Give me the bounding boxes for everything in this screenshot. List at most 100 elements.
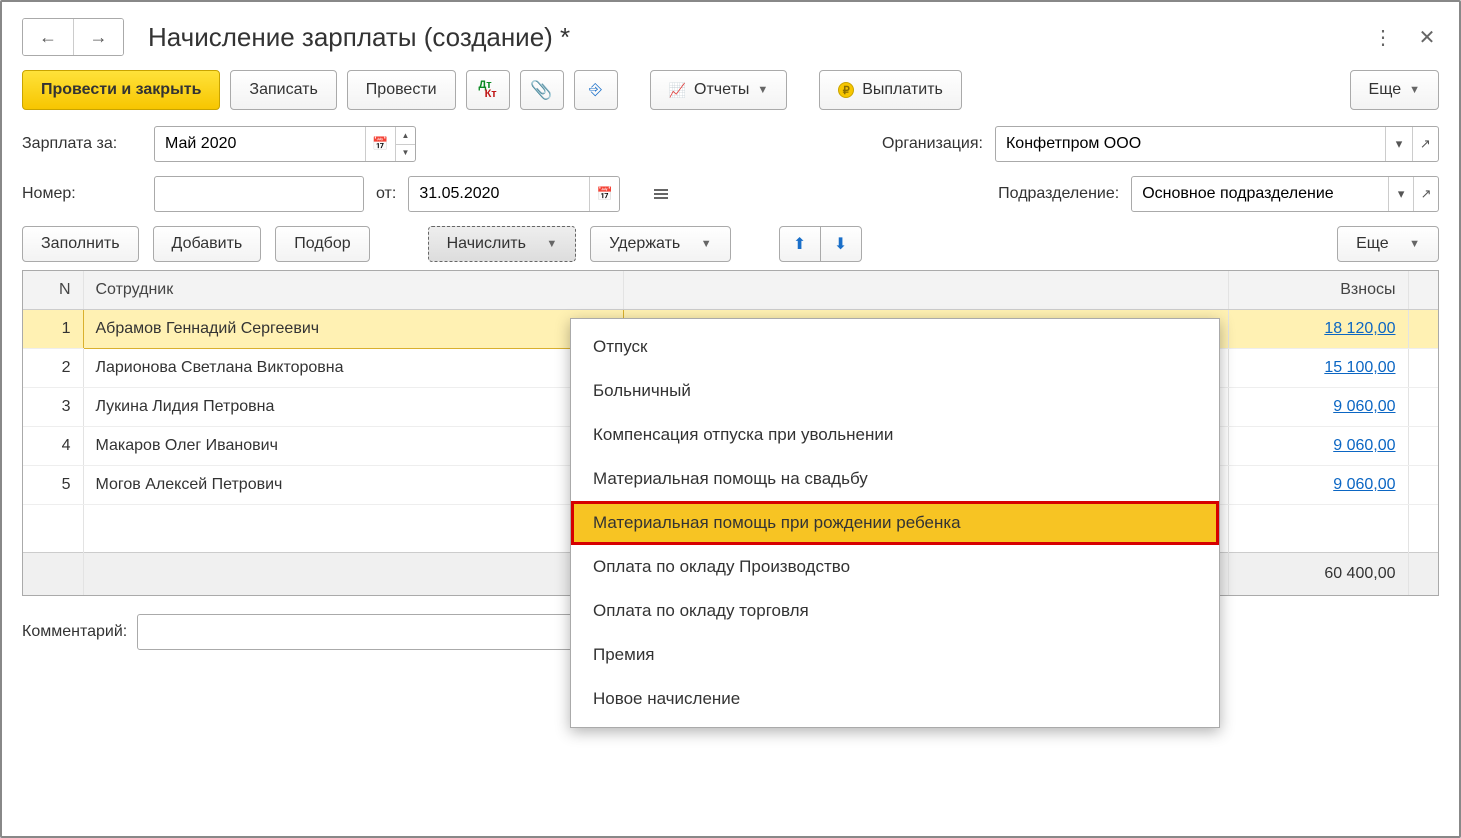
withhold-label: Удержать	[609, 235, 680, 253]
dropdown-item[interactable]: Отпуск	[571, 325, 1219, 369]
cell-employee: Макаров Олег Иванович	[83, 427, 623, 466]
main-toolbar: Провести и закрыть Записать Провести Дт …	[22, 70, 1439, 110]
dropdown-item[interactable]: Материальная помощь при рождении ребенка	[571, 501, 1219, 545]
list-icon[interactable]	[654, 189, 668, 199]
col-mid-header[interactable]	[623, 271, 1228, 310]
caret-down-icon: ▼	[757, 84, 768, 96]
dropdown-item[interactable]: Больничный	[571, 369, 1219, 413]
col-n-header[interactable]: N	[23, 271, 83, 310]
nav-buttons: ← →	[22, 18, 124, 56]
fill-button[interactable]: Заполнить	[22, 226, 139, 262]
spinner-down[interactable]: ▼	[396, 144, 415, 162]
cell-employee: Могов Алексей Петрович	[83, 466, 623, 505]
move-row-buttons: ⬆ ⬇	[779, 226, 862, 262]
back-button[interactable]: ←	[23, 19, 73, 55]
org-select: ▾ ↗	[995, 126, 1439, 162]
move-down-button[interactable]: ⬇	[820, 226, 862, 262]
cell-n: 1	[23, 310, 83, 349]
number-input-group	[154, 176, 364, 212]
org-input[interactable]	[996, 127, 1385, 161]
comment-label: Комментарий:	[22, 623, 127, 641]
spinner-up[interactable]: ▲	[396, 127, 415, 144]
dropdown-item[interactable]: Премия	[571, 633, 1219, 677]
cell-n: 4	[23, 427, 83, 466]
cell-employee: Ларионова Светлана Викторовна	[83, 349, 623, 388]
cell-vznosy[interactable]: 9 060,00	[1228, 466, 1408, 505]
dropdown-item[interactable]: Новое начисление	[571, 677, 1219, 721]
forward-button[interactable]: →	[73, 19, 123, 55]
window-title: Начисление зарплаты (создание) *	[148, 22, 1371, 53]
close-icon[interactable]: ✕	[1415, 25, 1439, 49]
cell-vznosy[interactable]: 15 100,00	[1228, 349, 1408, 388]
dropdown-icon[interactable]: ▾	[1388, 177, 1413, 211]
open-icon[interactable]: ↗	[1412, 127, 1438, 161]
attach-button[interactable]: 📎	[520, 70, 564, 110]
more-button[interactable]: Еще ▼	[1350, 70, 1439, 110]
add-button[interactable]: Добавить	[153, 226, 262, 262]
post-button[interactable]: Провести	[347, 70, 456, 110]
form-row-2: Номер: от: 📅 Подразделение: ▾ ↗	[22, 176, 1439, 212]
table-toolbar: Заполнить Добавить Подбор Начислить ▼ Уд…	[22, 226, 1439, 262]
org-label: Организация:	[882, 135, 983, 153]
cell-vznosy[interactable]: 9 060,00	[1228, 388, 1408, 427]
dropdown-item[interactable]: Оплата по окладу Производство	[571, 545, 1219, 589]
move-up-button[interactable]: ⬆	[779, 226, 821, 262]
dept-input[interactable]	[1132, 177, 1388, 211]
col-employee-header[interactable]: Сотрудник	[83, 271, 623, 310]
tree-icon: ⎆	[589, 81, 602, 99]
reports-label: Отчеты	[694, 81, 749, 99]
kebab-menu-icon[interactable]: ⋮	[1371, 25, 1395, 49]
dropdown-item[interactable]: Материальная помощь на свадьбу	[571, 457, 1219, 501]
arrow-down-icon: ⬇	[834, 234, 847, 254]
pick-button[interactable]: Подбор	[275, 226, 369, 262]
number-input[interactable]	[155, 177, 363, 211]
arrow-up-icon: ⬆	[793, 234, 806, 254]
more-label: Еще	[1369, 81, 1402, 99]
date-input[interactable]	[409, 177, 589, 211]
cell-employee: Абрамов Геннадий Сергеевич	[83, 310, 623, 349]
number-label: Номер:	[22, 185, 142, 203]
calendar-icon[interactable]: 📅	[589, 177, 619, 211]
chart-icon: 📈	[669, 82, 686, 99]
calendar-icon[interactable]: 📅	[365, 127, 395, 161]
cell-employee: Лукина Лидия Петровна	[83, 388, 623, 427]
pay-label: Выплатить	[862, 81, 943, 99]
save-button[interactable]: Записать	[230, 70, 336, 110]
caret-down-icon: ▼	[546, 238, 557, 250]
cell-n: 3	[23, 388, 83, 427]
open-icon[interactable]: ↗	[1413, 177, 1438, 211]
accrue-dropdown: ОтпускБольничныйКомпенсация отпуска при …	[570, 318, 1220, 728]
salary-for-label: Зарплата за:	[22, 135, 142, 153]
paperclip-icon: 📎	[530, 80, 552, 101]
caret-down-icon: ▼	[701, 238, 712, 250]
col-end-header	[1408, 271, 1438, 310]
reports-button[interactable]: 📈 Отчеты ▼	[650, 70, 788, 110]
caret-down-icon: ▼	[1409, 84, 1420, 96]
dropdown-icon[interactable]: ▾	[1385, 127, 1411, 161]
titlebar: ← → Начисление зарплаты (создание) * ⋮ ✕	[22, 18, 1439, 56]
date-input-group: 📅	[408, 176, 620, 212]
cell-vznosy[interactable]: 18 120,00	[1228, 310, 1408, 349]
cell-n: 2	[23, 349, 83, 388]
salary-for-input[interactable]	[155, 127, 365, 161]
col-vznosy-header[interactable]: Взносы	[1228, 271, 1408, 310]
dtkt-button[interactable]: Дт Кт	[466, 70, 510, 110]
table-more-button[interactable]: Еще ▼	[1337, 226, 1439, 262]
pay-button[interactable]: ₽ Выплатить	[819, 70, 962, 110]
dropdown-item[interactable]: Оплата по окладу торговля	[571, 589, 1219, 633]
caret-down-icon: ▼	[1409, 238, 1420, 250]
post-and-close-button[interactable]: Провести и закрыть	[22, 70, 220, 110]
withhold-button[interactable]: Удержать ▼	[590, 226, 730, 262]
form-row-1: Зарплата за: 📅 ▲ ▼ Организация: ▾ ↗	[22, 126, 1439, 162]
structure-button[interactable]: ⎆	[574, 70, 618, 110]
accrue-button[interactable]: Начислить ▼	[428, 226, 577, 262]
table-header-row: N Сотрудник Взносы	[23, 271, 1438, 310]
cell-vznosy[interactable]: 9 060,00	[1228, 427, 1408, 466]
period-spinner: ▲ ▼	[395, 127, 415, 161]
dept-label: Подразделение:	[998, 185, 1119, 203]
cell-n: 5	[23, 466, 83, 505]
total-vznosy: 60 400,00	[1228, 553, 1408, 595]
dropdown-item[interactable]: Компенсация отпуска при увольнении	[571, 413, 1219, 457]
coin-icon: ₽	[838, 82, 854, 98]
salary-for-input-group: 📅 ▲ ▼	[154, 126, 416, 162]
